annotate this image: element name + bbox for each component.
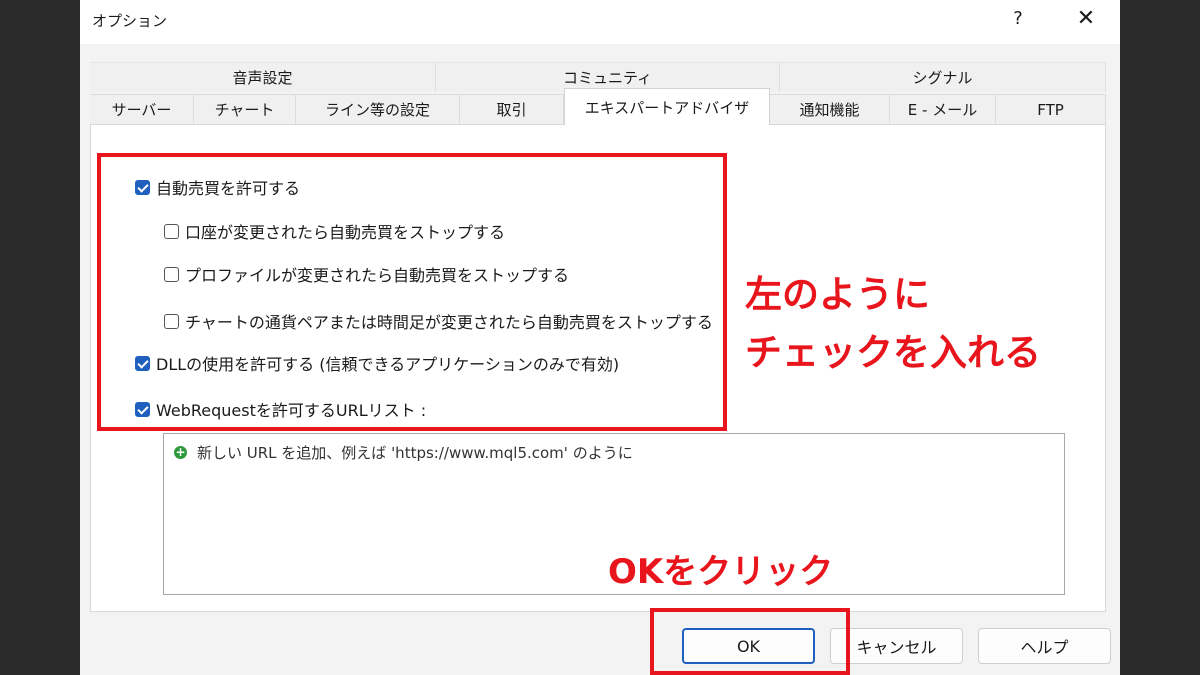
title-bar: オプション ? ✕ — [80, 0, 1120, 44]
close-icon[interactable]: ✕ — [1072, 6, 1100, 31]
auto-trade-checkbox[interactable] — [135, 179, 150, 195]
help-icon[interactable]: ? — [1008, 8, 1028, 29]
plus-icon: + — [174, 445, 187, 459]
stop-on-profile-change-checkbox[interactable] — [164, 266, 179, 282]
dialog-title: オプション — [92, 12, 168, 30]
stop-on-chart-change-option[interactable]: チャートの通貨ペアまたは時間足が変更されたら自動売買をストップする — [164, 309, 713, 333]
tab-signal[interactable]: シグナル — [780, 62, 1106, 92]
annotation-check-line2: チェックを入れる — [745, 331, 1041, 374]
annotation-ok-click: OKをクリック — [608, 552, 834, 592]
add-url-item[interactable]: + 新しい URL を追加、例えば 'https://www.mql5.com'… — [174, 442, 633, 463]
ok-button[interactable]: OK — [682, 628, 815, 664]
allow-dll-option[interactable]: DLLの使用を許可する (信頼できるアプリケーションのみで有効) — [135, 351, 619, 375]
tab-expert-advisor[interactable]: エキスパートアドバイザ — [564, 88, 770, 125]
webrequest-label: WebRequestを許可するURLリスト : — [156, 401, 427, 420]
allow-dll-checkbox[interactable] — [135, 355, 150, 371]
tab-email[interactable]: E - メール — [890, 94, 996, 124]
help-button[interactable]: ヘルプ — [978, 628, 1111, 664]
stop-on-account-change-checkbox[interactable] — [164, 223, 179, 239]
tab-line-settings[interactable]: ライン等の設定 — [296, 94, 460, 124]
allow-dll-label: DLLの使用を許可する (信頼できるアプリケーションのみで有効) — [156, 355, 620, 374]
webrequest-checkbox[interactable] — [135, 401, 150, 417]
stop-on-profile-change-label: プロファイルが変更されたら自動売買をストップする — [185, 266, 570, 285]
cancel-button[interactable]: キャンセル — [830, 628, 963, 664]
tab-ftp[interactable]: FTP — [996, 94, 1106, 124]
tab-trade[interactable]: 取引 — [460, 94, 564, 124]
stop-on-account-change-label: 口座が変更されたら自動売買をストップする — [185, 223, 506, 242]
annotation-check-line1: 左のように — [745, 273, 930, 316]
stop-on-account-change-option[interactable]: 口座が変更されたら自動売買をストップする — [164, 219, 505, 243]
auto-trade-option[interactable]: 自動売買を許可する — [135, 175, 300, 199]
stop-on-chart-change-checkbox[interactable] — [164, 313, 179, 329]
auto-trade-label: 自動売買を許可する — [156, 179, 301, 198]
tab-chart[interactable]: チャート — [194, 94, 296, 124]
stop-on-profile-change-option[interactable]: プロファイルが変更されたら自動売買をストップする — [164, 262, 569, 286]
stop-on-chart-change-label: チャートの通貨ペアまたは時間足が変更されたら自動売買をストップする — [185, 313, 713, 332]
tab-notifications[interactable]: 通知機能 — [770, 94, 890, 124]
tab-sound[interactable]: 音声設定 — [90, 62, 436, 92]
webrequest-option[interactable]: WebRequestを許可するURLリスト : — [135, 397, 426, 421]
tab-server[interactable]: サーバー — [90, 94, 194, 124]
add-url-hint: 新しい URL を追加、例えば 'https://www.mql5.com' の… — [197, 444, 633, 462]
